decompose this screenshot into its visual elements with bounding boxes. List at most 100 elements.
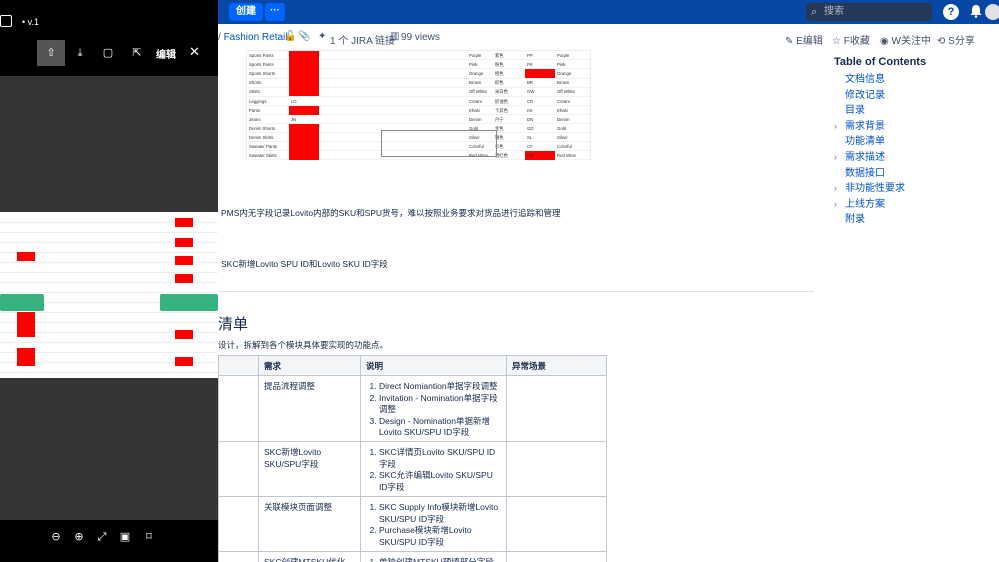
- table-cell: Denim Skirts: [249, 134, 274, 140]
- toc-item[interactable]: 功能清单: [834, 134, 994, 150]
- table-cell: SL: [527, 134, 533, 140]
- requirement-cell: SKC创建MTSKU优化: [258, 551, 361, 562]
- share-button[interactable]: ⟲ S分享: [937, 32, 975, 47]
- toc-item[interactable]: › 需求背景: [834, 119, 994, 135]
- thumbnail-red-cell: [17, 328, 35, 337]
- description-list: Direct Nomiantion单据字段调整Invitation - Nomi…: [366, 381, 501, 439]
- jira-icon: ✦: [318, 31, 327, 42]
- version-label: • v.1: [22, 17, 39, 27]
- table-row: Shorts Brown 棕色 BR Brown: [247, 78, 592, 88]
- table-cell: Red Wine: [557, 153, 576, 159]
- table-cell: PK: [527, 62, 533, 68]
- toc-item[interactable]: 文档信息: [834, 72, 994, 88]
- toc-item[interactable]: › 上线方案: [834, 197, 994, 213]
- notifications-icon[interactable]: [968, 4, 984, 20]
- external-link-icon: ⇱: [132, 47, 142, 59]
- table-cell: Denim: [557, 116, 570, 122]
- table-row: Pants Khaki 卡其色 KK Khaki: [247, 105, 592, 115]
- download-button[interactable]: ⤓: [66, 40, 94, 66]
- red-cell: [289, 78, 319, 88]
- requirement-cell: SKC新增Lovito SKU/SPU字段: [258, 441, 361, 497]
- red-cell: [289, 60, 319, 70]
- edit-image-button[interactable]: 编辑: [156, 46, 176, 61]
- table-row: Sports Shorts Orange 橙色 Orange: [247, 69, 592, 79]
- thumbnail-gridline: [0, 372, 218, 373]
- comment-button[interactable]: ▢: [94, 40, 122, 66]
- zoom-out-icon[interactable]: ⊖: [47, 529, 65, 545]
- table-cell: BR: [527, 80, 533, 86]
- watch-button[interactable]: ◉ W关注中: [880, 32, 931, 47]
- analytics-icon: ▥: [390, 31, 400, 42]
- comment-pin-icon[interactable]: ⌑: [140, 529, 158, 545]
- more-button[interactable]: ···: [265, 3, 285, 21]
- table-header: 异常场景: [506, 355, 607, 376]
- create-button[interactable]: 创建: [229, 3, 263, 21]
- exception-cell: [506, 496, 607, 552]
- thumbnail-red-cell: [175, 330, 193, 339]
- chevron-right-icon[interactable]: ›: [834, 197, 837, 213]
- search-input[interactable]: ⌕ 搜索: [806, 3, 932, 21]
- jira-link[interactable]: 1 个 JIRA 链接: [330, 32, 395, 47]
- table-cell: JN: [291, 116, 297, 122]
- embedded-spreadsheet-image[interactable]: Sports Pants Purple 紫色 PP Purple Sports Pants…: [246, 50, 592, 161]
- thumbnail-gridline: [0, 292, 218, 293]
- table-cell: Skirts: [249, 89, 260, 95]
- thumbnail-red-cell: [175, 256, 193, 265]
- toc-item[interactable]: › 非功能性要求: [834, 181, 994, 197]
- open-external-button[interactable]: ⇱: [123, 40, 151, 66]
- toc-item[interactable]: 修改记录: [834, 88, 994, 104]
- toc-item-label: 目录: [845, 105, 865, 117]
- thumbnail-red-cell: [17, 252, 35, 261]
- breadcrumb-item[interactable]: Fashion Retail: [224, 32, 288, 43]
- toc-title: Table of Contents: [834, 56, 927, 68]
- table-cell: Khaki: [469, 107, 480, 113]
- exception-cell: [506, 375, 607, 442]
- table-cell: OW: [527, 89, 535, 95]
- table-row: Jeans JN Denim 丹宁 DN Denim: [247, 115, 592, 125]
- user-avatar[interactable]: [985, 4, 999, 20]
- table-cell-index: [218, 496, 259, 552]
- attachment-icon[interactable]: 📎: [298, 31, 310, 42]
- table-cell: PP: [527, 53, 533, 58]
- toc-item[interactable]: › 需求描述: [834, 150, 994, 166]
- restrictions-icon[interactable]: 🔓: [284, 31, 296, 42]
- list-item: SKC Supply Info模块新增Lovito SKU/SPU ID字段: [379, 502, 501, 525]
- preview-prev-button[interactable]: [0, 294, 44, 311]
- toc-item[interactable]: 附录: [834, 212, 994, 228]
- chevron-right-icon[interactable]: ›: [834, 150, 837, 166]
- table-cell: Gold: [557, 125, 567, 131]
- breadcrumb[interactable]: / Fashion Retail: [218, 32, 287, 43]
- presentation-icon[interactable]: ▣: [116, 529, 134, 545]
- section-heading: 清单: [218, 316, 249, 333]
- edit-button[interactable]: ✎ E编辑: [785, 32, 823, 47]
- preview-next-button[interactable]: [160, 294, 218, 311]
- thumbnail-gridline: [0, 232, 218, 233]
- empty-cells-box: [381, 130, 497, 157]
- close-icon[interactable]: ✕: [189, 44, 200, 60]
- upload-button[interactable]: ⇧: [37, 40, 65, 66]
- page-views[interactable]: 99 views: [401, 32, 440, 43]
- toc-item[interactable]: 目录: [834, 103, 994, 119]
- search-placeholder: 搜索: [824, 6, 844, 17]
- edit-icon: ✎: [785, 36, 797, 47]
- table-cell: Shorts: [249, 80, 262, 86]
- toc-item[interactable]: 数据接口: [834, 166, 994, 182]
- favorite-button[interactable]: ☆ F收藏: [832, 32, 870, 47]
- table-cell: 奶油色: [495, 98, 508, 104]
- table-cell: Purple: [469, 53, 482, 58]
- exception-cell: [506, 441, 607, 497]
- chevron-right-icon[interactable]: ›: [834, 181, 837, 197]
- table-cell: DN: [527, 116, 534, 122]
- table-cell: Leggings: [249, 98, 267, 104]
- table-cell: 棕色: [495, 80, 504, 86]
- exception-cell: [506, 551, 607, 562]
- table-cell: Sweater Pants: [249, 144, 277, 149]
- chevron-right-icon[interactable]: ›: [834, 119, 837, 135]
- help-icon[interactable]: ?: [943, 4, 959, 20]
- red-cell: [289, 142, 319, 151]
- table-cell: Pants: [249, 107, 260, 113]
- zoom-in-icon[interactable]: ⊕: [70, 529, 88, 545]
- table-cell: Off White: [469, 89, 487, 95]
- thumbnail-red-cell: [175, 218, 193, 227]
- fit-to-screen-icon[interactable]: ⤢: [93, 529, 111, 545]
